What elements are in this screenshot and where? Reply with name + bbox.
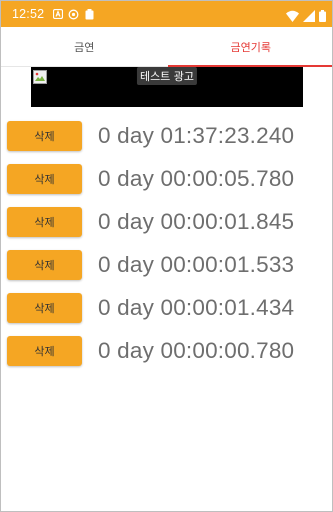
battery-icon — [319, 7, 326, 26]
list-item: 삭제 0 day 00:00:05.780 — [7, 157, 327, 200]
ad-banner[interactable]: 테스트 광고 — [31, 67, 303, 107]
ad-label: 테스트 광고 — [136, 67, 198, 85]
status-time: 12:52 — [12, 7, 45, 21]
tab-bar: 금연 금연기록 — [1, 27, 332, 67]
delete-button[interactable]: 삭제 — [7, 292, 82, 323]
record-duration: 0 day 00:00:00.780 — [98, 337, 295, 363]
delete-button[interactable]: 삭제 — [7, 206, 82, 237]
delete-button[interactable]: 삭제 — [7, 120, 82, 151]
record-duration: 0 day 00:00:01.845 — [98, 208, 295, 234]
status-left-icons — [52, 8, 95, 20]
sync-icon — [68, 9, 79, 20]
status-bar: 12:52 — [1, 1, 332, 27]
record-duration: 0 day 00:00:01.434 — [98, 294, 295, 320]
list-item: 삭제 0 day 01:37:23.240 — [7, 114, 327, 157]
list-item: 삭제 0 day 00:00:01.533 — [7, 243, 327, 286]
records-list: 삭제 0 day 01:37:23.240 삭제 0 day 00:00:05.… — [7, 114, 327, 372]
wifi-icon — [286, 7, 299, 26]
app-screen: 12:52 금연 금연기록 테스트 광고 삭제 0 day 01:37:23.2… — [0, 0, 333, 512]
delete-button[interactable]: 삭제 — [7, 335, 82, 366]
record-duration: 0 day 01:37:23.240 — [98, 122, 295, 148]
list-item: 삭제 0 day 00:00:01.434 — [7, 286, 327, 329]
delete-button[interactable]: 삭제 — [7, 163, 82, 194]
signal-icon — [303, 7, 315, 26]
record-duration: 0 day 00:00:01.533 — [98, 251, 295, 277]
clipboard-icon — [84, 8, 95, 20]
tab-quit-smoking-records[interactable]: 금연기록 — [167, 27, 332, 67]
tab-label: 금연 — [74, 40, 95, 54]
list-item: 삭제 0 day 00:00:01.845 — [7, 200, 327, 243]
tab-quit-smoking[interactable]: 금연 — [1, 27, 168, 66]
record-duration: 0 day 00:00:05.780 — [98, 165, 295, 191]
broken-image-icon — [33, 69, 47, 84]
list-item: 삭제 0 day 00:00:00.780 — [7, 329, 327, 372]
status-right-icons — [286, 7, 326, 26]
delete-button[interactable]: 삭제 — [7, 249, 82, 280]
notification-a-icon — [52, 9, 63, 20]
tab-label: 금연기록 — [230, 40, 271, 54]
